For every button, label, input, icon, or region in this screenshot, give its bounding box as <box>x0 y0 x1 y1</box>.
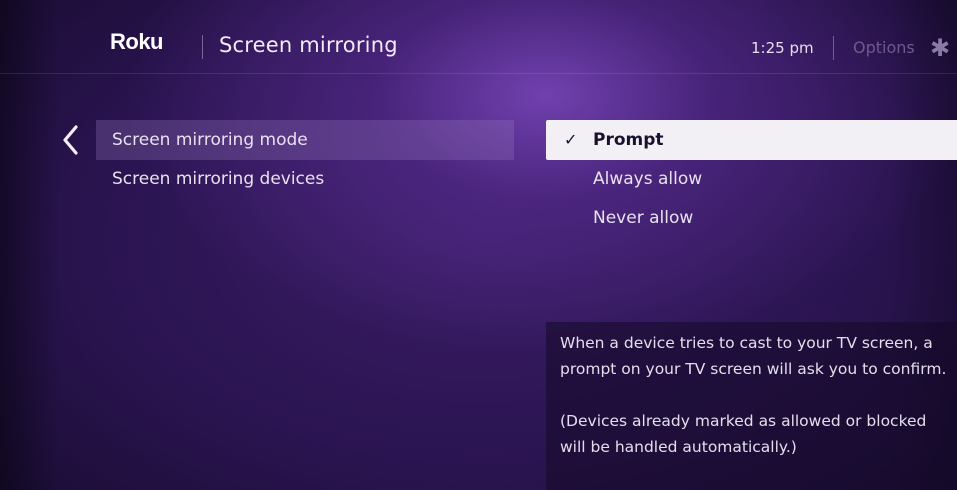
chevron-left-icon[interactable] <box>60 124 82 156</box>
header-bar: Roku Screen mirroring 1:25 pm Options ✱ <box>0 0 957 74</box>
option-prompt[interactable]: ✓ Prompt <box>546 120 957 160</box>
header-divider-right <box>833 36 834 60</box>
option-never-allow[interactable]: Never allow <box>546 198 957 238</box>
option-label: Never allow <box>593 208 694 228</box>
description-text: When a device tries to cast to your TV s… <box>560 334 947 378</box>
description-panel: When a device tries to cast to your TV s… <box>546 322 957 490</box>
option-always-allow[interactable]: Always allow <box>546 159 957 199</box>
page-title: Screen mirroring <box>219 33 398 57</box>
menu-item-screen-mirroring-devices[interactable]: Screen mirroring devices <box>96 159 514 199</box>
header-divider <box>202 35 203 59</box>
header-rule <box>0 73 957 74</box>
menu-item-label: Screen mirroring mode <box>112 130 308 150</box>
asterisk-icon[interactable]: ✱ <box>930 36 950 60</box>
checkmark-icon: ✓ <box>564 130 578 149</box>
menu-item-label: Screen mirroring devices <box>112 169 325 189</box>
roku-logo: Roku <box>110 29 164 54</box>
clock-time: 1:25 pm <box>751 39 814 57</box>
option-label: Prompt <box>593 130 664 150</box>
options-label[interactable]: Options <box>853 38 915 57</box>
description-note: (Devices already marked as allowed or bl… <box>560 412 927 456</box>
menu-item-screen-mirroring-mode[interactable]: Screen mirroring mode <box>96 120 514 160</box>
option-label: Always allow <box>593 169 703 189</box>
